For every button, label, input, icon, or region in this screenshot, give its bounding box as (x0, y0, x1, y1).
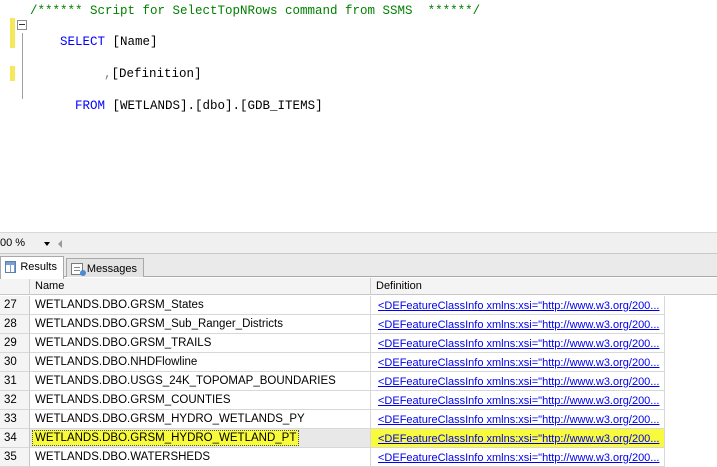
table-row[interactable]: 33 WETLANDS.DBO.GRSM_HYDRO_WETLANDS_PY <… (0, 410, 665, 429)
from-keyword: FROM (75, 99, 106, 113)
results-grid[interactable]: Name Definition 27 WETLANDS.DBO.GRSM_Sta… (0, 278, 717, 467)
row-number[interactable]: 31 (0, 372, 30, 391)
table-row[interactable]: 27 WETLANDS.DBO.GRSM_States <DEFeatureCl… (0, 296, 665, 315)
messages-icon (71, 263, 86, 276)
definition-link[interactable]: <DEFeatureClassInfo xmlns:xsi="http://ww… (371, 334, 665, 353)
name-cell-selected[interactable]: WETLANDS.DBO.GRSM_HYDRO_WETLAND_PT (30, 429, 371, 448)
definition-link[interactable]: <DEFeatureClassInfo xmlns:xsi="http://ww… (371, 353, 665, 372)
row-number[interactable]: 30 (0, 353, 30, 372)
row-number[interactable]: 27 (0, 296, 30, 315)
zoom-level[interactable]: 00 % (0, 237, 25, 249)
row-number[interactable]: 35 (0, 448, 30, 467)
table-reference: [WETLANDS].[dbo].[GDB_ITEMS] (105, 99, 323, 113)
scroll-left-icon[interactable] (58, 240, 62, 248)
table-row[interactable]: 29 WETLANDS.DBO.GRSM_TRAILS <DEFeatureCl… (0, 334, 665, 353)
row-number[interactable]: 28 (0, 315, 30, 334)
name-cell[interactable]: WETLANDS.DBO.GRSM_TRAILS (30, 334, 371, 353)
row-number[interactable]: 33 (0, 410, 30, 429)
changed-line-marker (10, 18, 15, 48)
tab-messages[interactable]: Messages (66, 258, 144, 277)
tab-results-label: Results (20, 261, 57, 273)
tab-messages-label: Messages (86, 263, 137, 275)
select-column: [Name] (105, 35, 158, 49)
table-row[interactable]: 32 WETLANDS.DBO.GRSM_COUNTIES <DEFeature… (0, 391, 665, 410)
selected-name-text: WETLANDS.DBO.GRSM_HYDRO_WETLAND_PT (32, 430, 300, 446)
table-row-selected[interactable]: 34 WETLANDS.DBO.GRSM_HYDRO_WETLAND_PT <D… (0, 429, 665, 448)
name-cell[interactable]: WETLANDS.DBO.NHDFlowline (30, 353, 371, 372)
select-keyword: SELECT (60, 35, 106, 49)
row-number[interactable]: 32 (0, 391, 30, 410)
definition-link[interactable]: <DEFeatureClassInfo xmlns:xsi="http://ww… (371, 296, 665, 315)
definition-link[interactable]: <DEFeatureClassInfo xmlns:xsi="http://ww… (371, 448, 665, 467)
name-cell[interactable]: WETLANDS.DBO.GRSM_COUNTIES (30, 391, 371, 410)
zoom-bar: 00 % (0, 232, 717, 254)
from-line: FROM [WETLANDS].[dbo].[GDB_ITEMS] (45, 85, 323, 127)
definition-column: [Definition] (111, 67, 202, 81)
definition-link[interactable]: <DEFeatureClassInfo xmlns:xsi="http://ww… (371, 372, 665, 391)
comment-line: /****** Script for SelectTopNRows comman… (30, 4, 481, 18)
changed-line-marker (10, 66, 15, 81)
definition-link-selected[interactable]: <DEFeatureClassInfo xmlns:xsi="http://ww… (371, 429, 665, 448)
grid-header: Name Definition (0, 278, 717, 295)
table-row[interactable]: 30 WETLANDS.DBO.NHDFlowline <DEFeatureCl… (0, 353, 665, 372)
comma: , (104, 67, 112, 81)
row-number[interactable]: 34 (0, 429, 30, 448)
name-cell[interactable]: WETLANDS.DBO.WATERSHEDS (30, 448, 371, 467)
name-cell[interactable]: WETLANDS.DBO.GRSM_States (30, 296, 371, 315)
sql-editor[interactable]: /****** Script for SelectTopNRows comman… (0, 0, 717, 232)
column-header-name[interactable]: Name (30, 278, 371, 295)
table-row[interactable]: 28 WETLANDS.DBO.GRSM_Sub_Ranger_District… (0, 315, 665, 334)
column-header-definition[interactable]: Definition (371, 278, 717, 295)
name-cell[interactable]: WETLANDS.DBO.USGS_24K_TOPOMAP_BOUNDARIES (30, 372, 371, 391)
row-number[interactable]: 29 (0, 334, 30, 353)
table-row[interactable]: 35 WETLANDS.DBO.WATERSHEDS <DEFeatureCla… (0, 448, 665, 467)
results-tabbar: Results Messages (0, 254, 717, 279)
definition-link[interactable]: <DEFeatureClassInfo xmlns:xsi="http://ww… (371, 315, 665, 334)
definition-link[interactable]: <DEFeatureClassInfo xmlns:xsi="http://ww… (371, 410, 665, 429)
collapse-region-icon[interactable] (17, 20, 27, 30)
definition-link[interactable]: <DEFeatureClassInfo xmlns:xsi="http://ww… (371, 391, 665, 410)
tab-results[interactable]: Results (0, 256, 64, 279)
grid-icon (5, 261, 17, 273)
name-cell[interactable]: WETLANDS.DBO.GRSM_HYDRO_WETLANDS_PY (30, 410, 371, 429)
row-number-header[interactable] (0, 278, 30, 295)
fold-guide-line (22, 33, 23, 99)
zoom-dropdown-icon[interactable] (44, 242, 50, 246)
name-cell[interactable]: WETLANDS.DBO.GRSM_Sub_Ranger_Districts (30, 315, 371, 334)
table-row[interactable]: 31 WETLANDS.DBO.USGS_24K_TOPOMAP_BOUNDAR… (0, 372, 665, 391)
